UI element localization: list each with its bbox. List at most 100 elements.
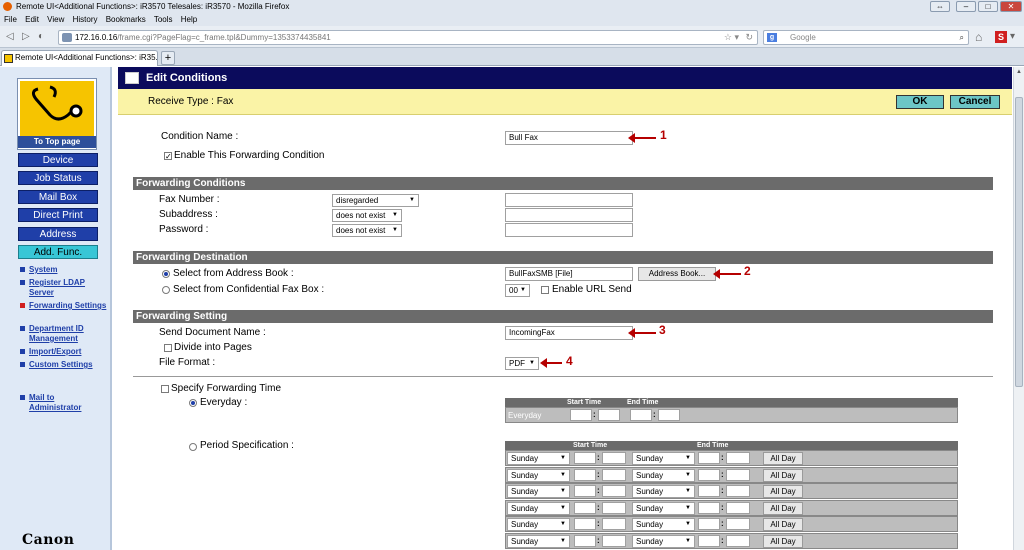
period-start-day-select[interactable]: Sunday ▼ [507,468,570,482]
start-minute-input[interactable] [598,409,620,421]
sidebar-item-import-export[interactable]: Import/Export [20,347,108,357]
restore-icon[interactable]: ⇔ [930,1,950,12]
period-end-minute-input[interactable] [726,452,750,464]
period-end-day-select[interactable]: Sunday ▼ [632,452,695,465]
search-icon[interactable]: ⌕ [960,31,964,44]
nav-mail-box-button[interactable]: Mail Box [18,190,98,204]
password-select[interactable]: does not exist ▼ [332,224,402,237]
cancel-button[interactable]: Cancel [950,95,1000,109]
condition-name-input[interactable]: Bull Fax [505,131,633,145]
everyday-radio[interactable] [189,399,197,407]
fax-number-select[interactable]: disregarded ▼ [332,194,419,207]
back-icon[interactable]: ◁ [6,31,14,43]
menu-edit[interactable]: Edit [25,15,39,24]
period-start-hour-input[interactable] [574,468,596,481]
search-box[interactable]: g Google ⌕ [763,30,969,45]
period-start-minute-input[interactable] [602,501,626,514]
subaddress-input[interactable] [505,208,633,222]
start-hour-input[interactable] [570,409,592,421]
period-end-day-select[interactable]: Sunday ▼ [632,501,695,515]
period-end-minute-input[interactable] [726,518,750,530]
period-start-hour-input[interactable] [574,518,596,530]
all-day-button[interactable]: All Day [763,485,803,498]
sidebar-link-ldap[interactable]: Register LDAP Server [20,278,108,298]
new-tab-button[interactable]: + [161,51,175,65]
menu-tools[interactable]: Tools [154,15,173,24]
close-icon[interactable]: ✕ [1000,1,1022,12]
period-specification-radio[interactable] [189,443,197,451]
period-end-hour-input[interactable] [698,518,720,530]
menu-history[interactable]: History [73,15,98,24]
period-end-hour-input[interactable] [698,452,720,464]
menu-dropdown-icon[interactable]: ▾ [1010,31,1015,43]
sidebar-link-department[interactable]: Department ID Management [20,324,108,344]
all-day-button[interactable]: All Day [763,452,803,465]
sidebar-link-system[interactable]: System [20,265,108,275]
nav-add-func-button[interactable]: Add. Func. [18,245,98,259]
period-start-minute-input[interactable] [602,468,626,481]
home-icon[interactable]: ⌂ [975,31,982,43]
sidebar-link-forwarding[interactable]: Forwarding Settings [20,301,108,311]
password-input[interactable] [505,223,633,237]
menu-help[interactable]: Help [181,15,197,24]
sidebar-link-mail-admin[interactable]: Mail to Administrator [20,393,108,413]
period-start-day-select[interactable]: Sunday ▼ [507,501,570,515]
period-start-minute-input[interactable] [602,534,626,547]
specify-time-checkbox[interactable] [161,385,169,393]
fax-number-input[interactable] [505,193,633,207]
all-day-button[interactable]: All Day [763,518,803,531]
all-day-button[interactable]: All Day [763,534,803,548]
sidebar-item-department[interactable]: Department ID Management [20,324,108,344]
period-start-hour-input[interactable] [574,501,596,514]
sidebar-item-custom[interactable]: Custom Settings [20,360,108,370]
period-start-minute-input[interactable] [602,518,626,530]
bookmark-star-icon[interactable]: ☆ ▾ [724,31,739,44]
url-bar[interactable]: 172.16.0.16/frame.cgi?PageFlag=c_frame.t… [58,30,758,45]
nav-job-status-button[interactable]: Job Status [18,171,98,185]
all-day-button[interactable]: All Day [763,468,803,482]
browser-tab[interactable]: Remote UI<Additional Functions>: iR35... [1,50,158,66]
period-start-hour-input[interactable] [574,534,596,547]
vertical-scrollbar[interactable]: ▲ [1013,67,1024,550]
end-minute-input[interactable] [658,409,680,421]
period-end-minute-input[interactable] [726,501,750,514]
minimize-icon[interactable]: – [956,1,976,12]
identity-icon[interactable]: ◐ [38,31,44,43]
file-format-select[interactable]: PDF ▼ [505,357,539,370]
period-end-day-select[interactable]: Sunday ▼ [632,518,695,531]
nav-direct-print-button[interactable]: Direct Print [18,208,98,222]
enable-forwarding-checkbox[interactable]: ✓ [164,152,172,161]
menu-view[interactable]: View [47,15,64,24]
address-book-button[interactable]: Address Book... [638,267,716,281]
reload-icon[interactable]: ↻ [745,31,753,44]
enable-url-send-checkbox[interactable] [541,286,549,294]
period-start-minute-input[interactable] [602,485,626,497]
forward-icon[interactable]: ▷ [22,31,30,43]
period-end-day-select[interactable]: Sunday ▼ [632,485,695,498]
subaddress-select[interactable]: does not exist ▼ [332,209,402,222]
sidebar-item-mail-admin[interactable]: Mail to Administrator [20,393,108,413]
menu-file[interactable]: File [4,15,17,24]
period-end-day-select[interactable]: Sunday ▼ [632,468,695,482]
sidebar-link-custom[interactable]: Custom Settings [20,360,108,370]
period-start-day-select[interactable]: Sunday ▼ [507,518,570,531]
sidebar-item-system[interactable]: System [20,265,108,275]
address-book-field[interactable]: BullFaxSMB [File] [505,267,633,281]
sidebar-link-import-export[interactable]: Import/Export [20,347,108,357]
all-day-button[interactable]: All Day [763,501,803,515]
period-start-hour-input[interactable] [574,485,596,497]
period-start-hour-input[interactable] [574,452,596,464]
nav-device-button[interactable]: Device [18,153,98,167]
period-start-day-select[interactable]: Sunday ▼ [507,452,570,465]
period-start-minute-input[interactable] [602,452,626,464]
scroll-thumb[interactable] [1015,97,1023,387]
confidential-box-radio[interactable] [162,286,170,294]
ok-button[interactable]: OK [896,95,944,109]
period-end-hour-input[interactable] [698,501,720,514]
nav-address-button[interactable]: Address [18,227,98,241]
period-end-day-select[interactable]: Sunday ▼ [632,534,695,548]
send-document-name-input[interactable]: IncomingFax [505,326,633,340]
period-end-hour-input[interactable] [698,534,720,547]
period-end-hour-input[interactable] [698,468,720,481]
to-top-page-label[interactable]: To Top page [18,136,96,148]
